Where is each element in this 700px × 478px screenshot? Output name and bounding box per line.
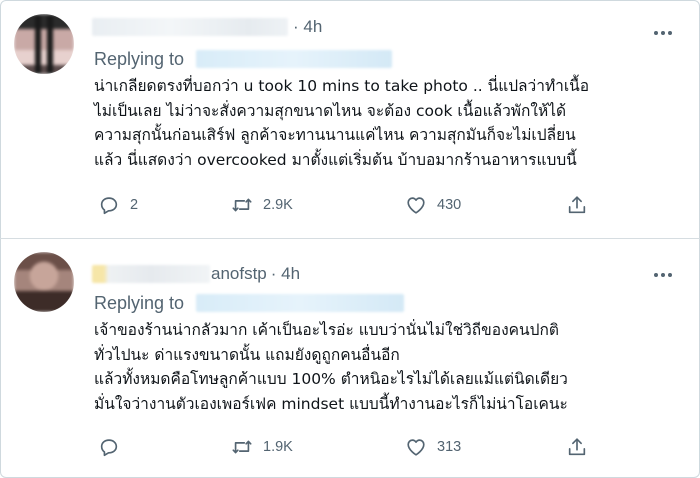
- reply-button[interactable]: [98, 432, 130, 462]
- replying-to: Replying to: [94, 48, 393, 70]
- tweet-text-line: ไม่เป็นเลย ไม่ว่าจะสั่งความสุกขนาดไหน จะ…: [94, 101, 567, 120]
- handle-tail[interactable]: anofstp: [211, 264, 267, 284]
- timestamp[interactable]: · 4h: [293, 17, 322, 37]
- like-button[interactable]: 430: [405, 190, 461, 220]
- replying-to-label: Replying to: [94, 48, 185, 69]
- replying-to-handle-blurred[interactable]: [196, 294, 405, 312]
- tweet-header: anofstp · 4h: [92, 263, 300, 285]
- action-bar: 1.9K 313: [94, 432, 654, 462]
- tweet-text-line: มั่นใจว่างานตัวเองเพอร์เฟค mindset แบบนี…: [94, 394, 568, 413]
- avatar[interactable]: [14, 14, 74, 74]
- blurred-username[interactable]: [92, 265, 210, 283]
- retweet-icon: [232, 440, 252, 454]
- tweet-text-line: ทั่วไปนะ ด่าแรงขนาดนั้น แถมยังดูถูกคนอื่…: [94, 345, 400, 364]
- like-count: 430: [437, 197, 462, 213]
- retweet-icon: [232, 198, 252, 212]
- reply-count: 2: [130, 197, 139, 213]
- action-bar: 2 2.9K 430: [94, 190, 654, 220]
- tweet-header: · 4h: [92, 16, 322, 38]
- retweet-count: 1.9K: [263, 439, 293, 455]
- tweet-text-line: แล้วทั้งหมดคือโทษลูกค้าแบบ 100% ตำหนิอะไ…: [94, 370, 568, 388]
- replying-to: Replying to: [94, 292, 405, 314]
- avatar[interactable]: [14, 252, 74, 312]
- tweet-text-line: เจ้าของร้านน่ากลัวมาก เค้าเป็นอะไรอ่ะ แบ…: [94, 321, 559, 339]
- more-icon[interactable]: [654, 31, 672, 35]
- share-button[interactable]: [566, 432, 588, 462]
- heart-icon: [407, 439, 425, 456]
- retweet-count: 2.9K: [263, 197, 293, 213]
- share-button[interactable]: [566, 190, 588, 220]
- retweet-button[interactable]: 1.9K: [231, 432, 293, 462]
- reply-button[interactable]: 2: [98, 190, 138, 220]
- retweet-button[interactable]: 2.9K: [231, 190, 293, 220]
- reply-icon: [100, 197, 118, 215]
- share-icon: [568, 196, 586, 214]
- more-icon[interactable]: [654, 273, 672, 277]
- share-icon: [568, 438, 586, 456]
- tweet-text-line: ความสุกนั้นก่อนเสิร์ฟ ลูกค้าจะทานนานแค่ไ…: [94, 126, 576, 144]
- like-count: 313: [437, 439, 462, 455]
- reply-icon: [100, 439, 118, 457]
- tweet-text: เจ้าของร้านน่ากลัวมาก เค้าเป็นอะไรอ่ะ แบ…: [94, 318, 682, 416]
- like-button[interactable]: 313: [405, 432, 461, 462]
- blurred-username[interactable]: [92, 18, 288, 36]
- replying-to-handle-blurred[interactable]: [196, 50, 393, 68]
- timestamp[interactable]: · 4h: [271, 264, 300, 284]
- tweet-text-line: แล้ว นี่แสดงว่า overcooked มาตั้งแต่เริ่…: [94, 150, 577, 169]
- tweet-text-line: น่าเกลียดตรงที่บอกว่า u took 10 mins to …: [94, 77, 590, 95]
- heart-icon: [407, 197, 425, 214]
- tweet-text: น่าเกลียดตรงที่บอกว่า u took 10 mins to …: [94, 74, 682, 172]
- tweet-reply-2[interactable]: anofstp · 4h Replying to เจ้าของร้านน่าก…: [0, 238, 700, 478]
- tweet-reply-1[interactable]: · 4h Replying to น่าเกลียดตรงที่บอกว่า u…: [0, 0, 700, 238]
- replying-to-label: Replying to: [94, 292, 185, 313]
